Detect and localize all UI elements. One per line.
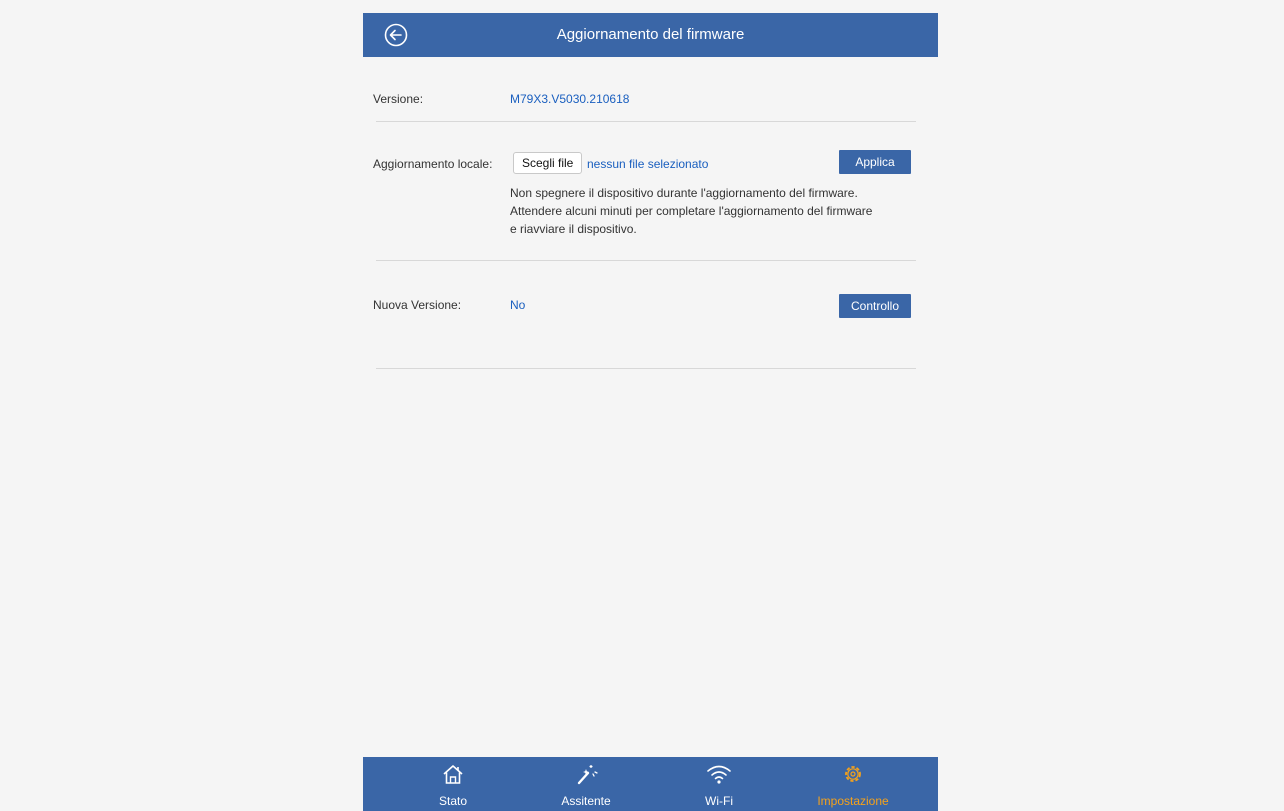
app-container: Aggiornamento del firmware Versione: M79…: [363, 13, 938, 811]
check-button[interactable]: Controllo: [839, 294, 911, 318]
nav-item-impostazione[interactable]: Impostazione: [781, 757, 925, 811]
divider: [376, 260, 916, 261]
home-icon: [443, 765, 463, 784]
local-update-row: Aggiornamento locale: Scegli file nessun…: [373, 152, 916, 178]
version-value: M79X3.V5030.210618: [510, 92, 630, 106]
nav-label: Impostazione: [817, 794, 889, 808]
nav-label: Wi-Fi: [705, 794, 733, 808]
note-line: e riavviare il dispositivo.: [510, 222, 637, 236]
bottom-nav: Stato Assitente Wi-Fi Impostazione: [363, 757, 938, 811]
divider: [376, 121, 916, 122]
apply-button[interactable]: Applica: [839, 150, 911, 174]
new-version-value: No: [510, 298, 526, 312]
divider: [376, 368, 916, 369]
new-version-row: Nuova Versione: No: [373, 293, 916, 317]
new-version-label: Nuova Versione:: [373, 298, 462, 312]
note-line: Non spegnere il dispositivo durante l'ag…: [510, 186, 858, 200]
page-title: Aggiornamento del firmware: [556, 26, 745, 43]
file-status-text: nessun file selezionato: [587, 157, 709, 171]
gear-icon: [845, 766, 861, 782]
wifi-icon: [707, 765, 731, 784]
magic-wand-icon: [577, 765, 598, 785]
choose-file-button[interactable]: Scegli file: [513, 152, 583, 174]
nav-item-wifi[interactable]: Wi-Fi: [647, 757, 791, 811]
firmware-update-note: Non spegnere il dispositivo durante l'ag…: [510, 184, 920, 238]
header-bar: Aggiornamento del firmware: [363, 13, 938, 57]
nav-item-stato[interactable]: Stato: [381, 757, 525, 811]
version-label: Versione:: [373, 92, 424, 106]
nav-item-assitente[interactable]: Assitente: [514, 757, 658, 811]
nav-label: Stato: [438, 794, 468, 808]
version-row: Versione: M79X3.V5030.210618: [373, 90, 916, 110]
nav-label: Assitente: [561, 794, 611, 808]
local-update-label: Aggiornamento locale:: [373, 157, 493, 171]
note-line: Attendere alcuni minuti per completare l…: [510, 204, 873, 218]
